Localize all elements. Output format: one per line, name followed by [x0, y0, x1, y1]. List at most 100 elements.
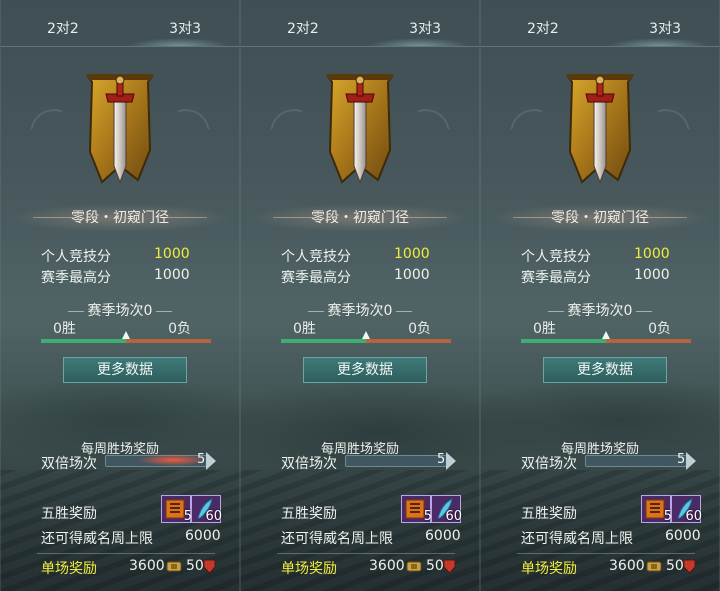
gold-coin-icon — [166, 561, 182, 572]
double-matches-label: 双倍场次 — [521, 456, 577, 472]
sword-banner-icon — [326, 74, 394, 184]
season-high-label: 赛季最高分 — [521, 270, 591, 286]
divider — [517, 553, 695, 554]
win-loss-bar — [41, 331, 211, 343]
gold-coin-icon — [646, 561, 662, 572]
divider — [547, 310, 564, 312]
single-coin-value: 3600 — [129, 558, 165, 574]
losses-count: 0负 — [168, 321, 191, 337]
win-loss-marker — [602, 331, 610, 339]
season-high-value: 1000 — [634, 267, 670, 283]
more-data-button[interactable]: 更多数据 — [303, 357, 427, 383]
item-count: 60 — [685, 509, 702, 524]
single-coin-value: 3600 — [609, 558, 645, 574]
tab-2v2[interactable]: 2对2 — [287, 18, 319, 38]
losses-count: 0负 — [408, 321, 431, 337]
personal-score-value: 1000 — [154, 246, 190, 262]
tab-2v2[interactable]: 2对2 — [527, 18, 559, 38]
single-match-reward-label: 单场奖励 — [41, 561, 97, 577]
season-matches: 赛季场次0 — [241, 300, 479, 320]
weekly-limit-value: 6000 — [665, 528, 701, 544]
sword-banner-icon — [86, 74, 154, 184]
tiger-scroll-icon[interactable]: 5 — [401, 495, 432, 524]
win-loss-bar — [281, 331, 451, 343]
double-matches-bar — [345, 452, 456, 470]
weekly-limit-value: 6000 — [185, 528, 221, 544]
divider — [396, 310, 413, 312]
more-data-button[interactable]: 更多数据 — [63, 357, 187, 383]
season-matches: 赛季场次0 — [1, 300, 239, 320]
divider — [636, 310, 653, 312]
season-high-label: 赛季最高分 — [41, 270, 111, 286]
losses-count: 0负 — [648, 321, 671, 337]
five-win-reward-label: 五胜奖励 — [521, 506, 577, 522]
bar-arrow-cap — [446, 452, 456, 470]
divider — [156, 310, 173, 312]
season-matches-label: 赛季场次0 — [87, 303, 153, 319]
single-shield-value: 50 — [426, 558, 444, 574]
tab-highlight — [609, 30, 709, 46]
rank-title: 零段・初窥门径 — [253, 205, 467, 231]
active-streak-effect — [131, 452, 201, 468]
single-match-reward-label: 单场奖励 — [281, 561, 337, 577]
rank-title: 零段・初窥门径 — [493, 205, 707, 231]
double-matches-label: 双倍场次 — [281, 456, 337, 472]
divider — [37, 553, 215, 554]
season-matches: 赛季场次0 — [481, 300, 719, 320]
red-shield-icon — [683, 559, 696, 574]
win-loss-bar — [521, 331, 691, 343]
season-high-value: 1000 — [394, 267, 430, 283]
personal-score-value: 1000 — [634, 246, 670, 262]
single-shield-value: 50 — [186, 558, 204, 574]
tab-highlight — [129, 30, 229, 46]
blue-feather-icon[interactable]: 60 — [191, 495, 222, 524]
arena-panel: 2对2 3对3 零段・初窥门径 个人竞技分 1000 赛季最高分 1000 赛季… — [480, 0, 720, 591]
wins-count: 0胜 — [293, 321, 316, 337]
personal-score-label: 个人竞技分 — [521, 249, 591, 265]
mode-tabs: 2对2 3对3 — [241, 0, 479, 47]
blue-feather-icon[interactable]: 60 — [671, 495, 702, 524]
divider — [67, 310, 84, 312]
win-loss-marker — [362, 331, 370, 339]
item-count: 60 — [445, 509, 462, 524]
single-coin-value: 3600 — [369, 558, 405, 574]
personal-score-value: 1000 — [394, 246, 430, 262]
five-win-reward-label: 五胜奖励 — [281, 506, 337, 522]
rank-title: 零段・初窥门径 — [13, 205, 227, 231]
single-match-reward-label: 单场奖励 — [521, 561, 577, 577]
wins-count: 0胜 — [533, 321, 556, 337]
sword-banner-icon — [566, 74, 634, 184]
red-shield-icon — [443, 559, 456, 574]
personal-score-label: 个人竞技分 — [281, 249, 351, 265]
gold-coin-icon — [406, 561, 422, 572]
win-portion — [281, 339, 366, 343]
single-shield-value: 50 — [666, 558, 684, 574]
weekly-limit-label: 还可得威名周上限 — [521, 531, 633, 547]
double-matches-count: 5 — [437, 452, 446, 467]
arena-panel: 2对2 3对3 零段・初窥门径 个人竞技分 1000 赛季最高分 1000 赛季… — [0, 0, 240, 591]
double-matches-bar — [585, 452, 696, 470]
season-matches-label: 赛季场次0 — [567, 303, 633, 319]
weekly-limit-label: 还可得威名周上限 — [41, 531, 153, 547]
divider — [307, 310, 324, 312]
double-matches-count: 5 — [677, 452, 686, 467]
tiger-scroll-icon[interactable]: 5 — [161, 495, 192, 524]
bar-arrow-cap — [686, 452, 696, 470]
weekly-limit-label: 还可得威名周上限 — [281, 531, 393, 547]
win-loss-marker — [122, 331, 130, 339]
blue-feather-icon[interactable]: 60 — [431, 495, 462, 524]
five-win-reward-label: 五胜奖励 — [41, 506, 97, 522]
red-shield-icon — [203, 559, 216, 574]
tab-2v2[interactable]: 2对2 — [47, 18, 79, 38]
tiger-scroll-icon[interactable]: 5 — [641, 495, 672, 524]
weekly-limit-value: 6000 — [425, 528, 461, 544]
mode-tabs: 2对2 3对3 — [481, 0, 719, 47]
tab-highlight — [369, 30, 469, 46]
mode-tabs: 2对2 3对3 — [1, 0, 239, 47]
divider — [277, 553, 455, 554]
more-data-button[interactable]: 更多数据 — [543, 357, 667, 383]
season-high-value: 1000 — [154, 267, 190, 283]
double-matches-label: 双倍场次 — [41, 456, 97, 472]
win-portion — [521, 339, 606, 343]
wins-count: 0胜 — [53, 321, 76, 337]
